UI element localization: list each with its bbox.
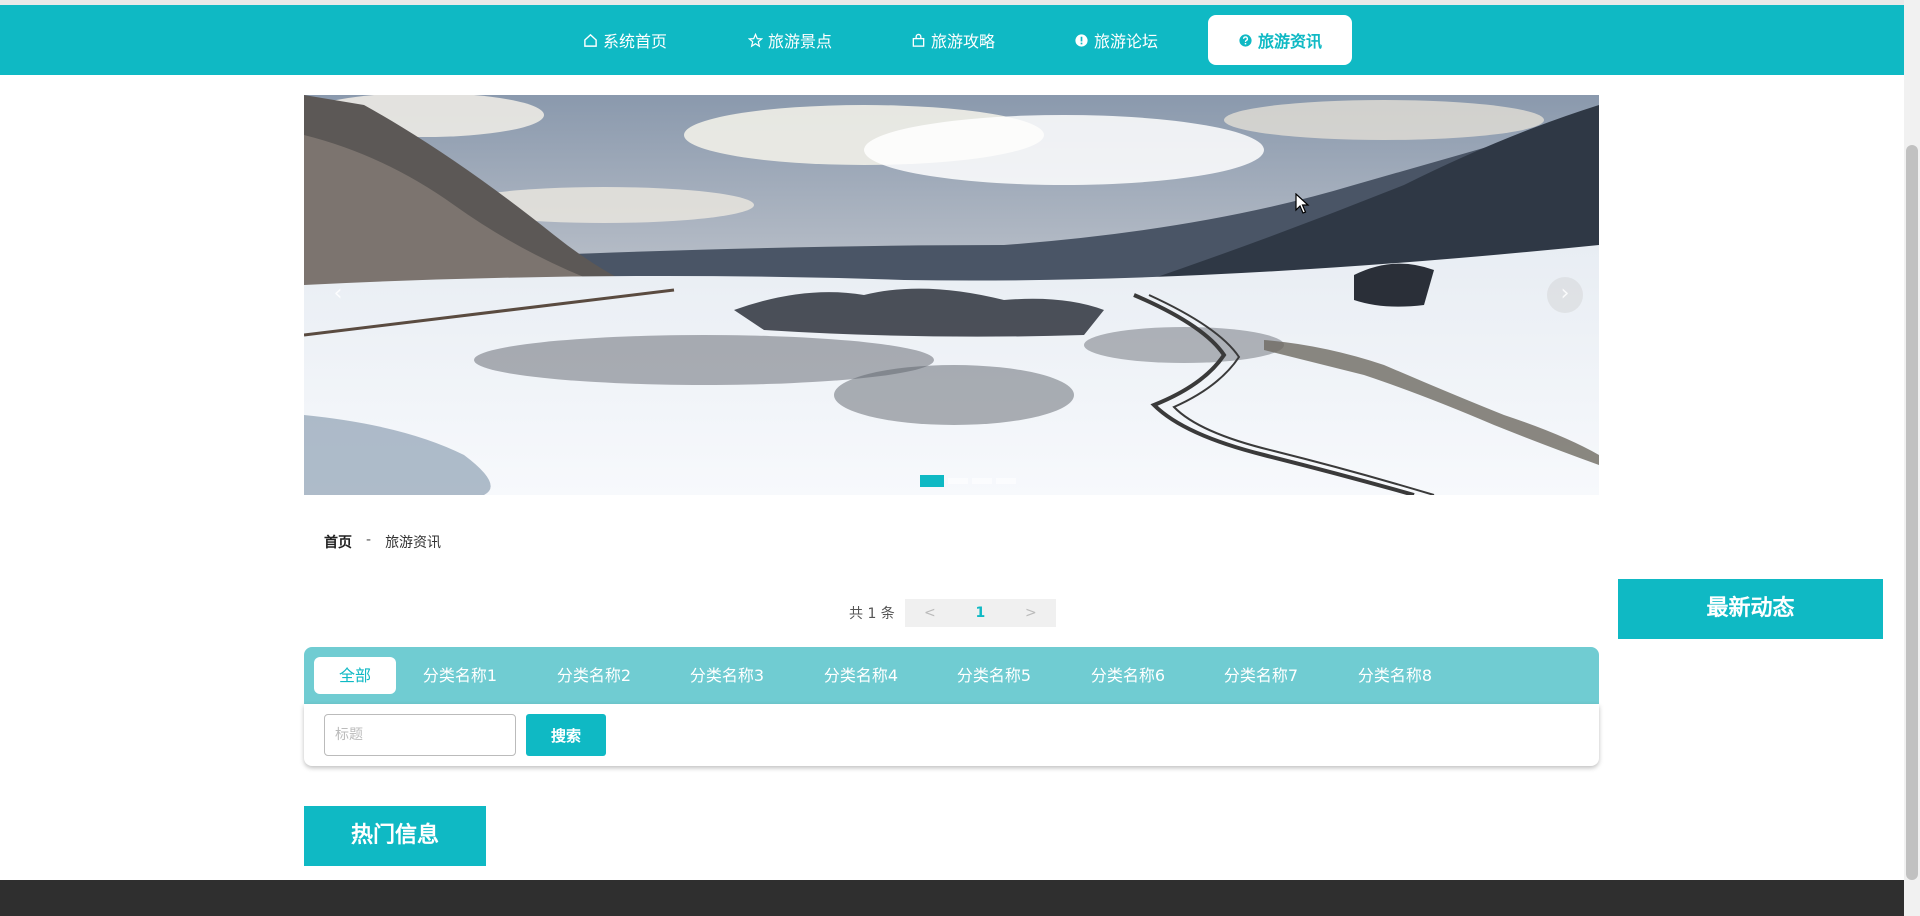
- carousel-next-button[interactable]: ›: [1547, 277, 1583, 313]
- carousel-prev-button[interactable]: ‹: [320, 277, 356, 313]
- search-panel: 搜索: [304, 704, 1599, 766]
- category-tab[interactable]: 分类名称1: [396, 657, 524, 694]
- pagination-page-number[interactable]: 1: [955, 605, 1006, 621]
- pagination-next-button[interactable]: >: [1006, 605, 1056, 621]
- nav-item-label: 旅游攻略: [930, 32, 995, 51]
- title-search-input[interactable]: [324, 714, 516, 756]
- bag-icon: [912, 33, 925, 47]
- nav-item-label: 旅游景点: [767, 32, 832, 51]
- pagination-prev-button[interactable]: <: [905, 605, 955, 621]
- pagination-controls: < 1 >: [904, 599, 1056, 627]
- question-circle-icon: [1239, 33, 1252, 47]
- nav-item-label: 旅游资讯: [1257, 32, 1322, 51]
- category-tab[interactable]: 分类名称7: [1197, 657, 1325, 694]
- banner-carousel[interactable]: ‹ ›: [304, 95, 1599, 495]
- top-navbar: 系统首页 旅游景点 旅游攻略 旅游论坛 旅游资讯: [0, 5, 1904, 75]
- search-button[interactable]: 搜索: [526, 714, 606, 756]
- star-icon: [747, 32, 763, 47]
- home-icon: [584, 33, 597, 47]
- footer: [0, 880, 1904, 916]
- nav-item-label: 系统首页: [602, 32, 667, 51]
- category-tab[interactable]: 分类名称4: [797, 657, 925, 694]
- scrollbar-thumb[interactable]: [1906, 145, 1918, 880]
- nav-item-home[interactable]: 系统首页: [575, 15, 675, 65]
- category-tab[interactable]: 分类名称3: [663, 657, 791, 694]
- page: 系统首页 旅游景点 旅游攻略 旅游论坛 旅游资讯 ‹ › 首页 - 旅游资讯 共…: [0, 0, 1920, 916]
- category-tab[interactable]: 分类名称6: [1064, 657, 1192, 694]
- latest-news-header: 最新动态: [1618, 579, 1883, 639]
- breadcrumb-current: 旅游资讯: [385, 535, 442, 551]
- mouse-cursor-icon: [1295, 193, 1310, 214]
- nav-item-attractions[interactable]: 旅游景点: [740, 15, 840, 65]
- nav-item-forum[interactable]: 旅游论坛: [1066, 15, 1166, 65]
- carousel-dot[interactable]: [996, 478, 1016, 484]
- category-tabs: 全部 分类名称1 分类名称2 分类名称3 分类名称4 分类名称5 分类名称6 分…: [304, 647, 1599, 704]
- pagination: 共 1 条 < 1 >: [849, 599, 1056, 627]
- carousel-dot[interactable]: [972, 478, 992, 484]
- breadcrumb: 首页 - 旅游资讯: [324, 532, 441, 552]
- breadcrumb-separator: -: [366, 532, 372, 548]
- carousel-dot[interactable]: [920, 475, 944, 487]
- breadcrumb-home-link[interactable]: 首页: [324, 532, 352, 552]
- nav-item-news[interactable]: 旅游资讯: [1208, 15, 1352, 65]
- nav-item-label: 旅游论坛: [1093, 32, 1158, 51]
- carousel-indicators: [920, 475, 1016, 487]
- pagination-total: 共 1 条: [849, 606, 895, 622]
- info-circle-icon: [1075, 33, 1088, 47]
- carousel-dot[interactable]: [948, 478, 968, 484]
- nav-item-guides[interactable]: 旅游攻略: [903, 15, 1003, 65]
- category-tab-all[interactable]: 全部: [314, 657, 396, 694]
- category-tab[interactable]: 分类名称2: [530, 657, 658, 694]
- banner-image: [304, 95, 1599, 495]
- category-tab[interactable]: 分类名称5: [930, 657, 1058, 694]
- category-tab[interactable]: 分类名称8: [1331, 657, 1459, 694]
- hot-info-header: 热门信息: [304, 806, 486, 866]
